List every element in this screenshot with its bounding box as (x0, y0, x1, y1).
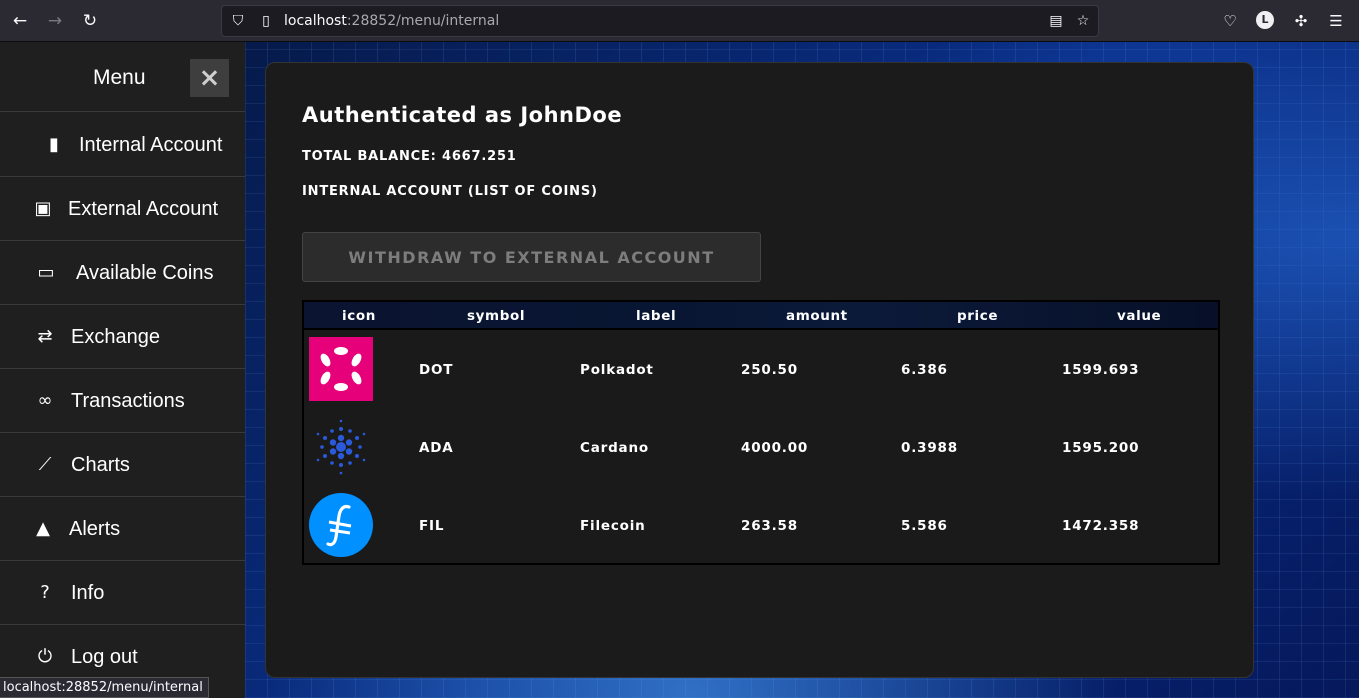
column-header-symbol: symbol (467, 308, 526, 324)
column-header-label: label (636, 308, 677, 324)
total-balance: TOTAL BALANCE: 4667.251 (302, 149, 517, 164)
sidebar-item-alerts[interactable]: ▲ Alerts (0, 497, 245, 561)
account-avatar[interactable]: L (1256, 11, 1274, 29)
coin-amount: 263.58 (741, 518, 798, 534)
sidebar-item-transactions[interactable]: ∞ Transactions (0, 369, 245, 433)
sidebar-item-label: Alerts (69, 518, 121, 540)
filecoin-logo-icon (309, 493, 373, 557)
reload-icon[interactable]: ↻ (78, 9, 102, 33)
sidebar-item-label: Available Coins (76, 262, 214, 284)
coin-price: 5.586 (901, 518, 948, 534)
money-bill-icon: ▭ (37, 262, 55, 283)
coin-price: 0.3988 (901, 440, 958, 456)
close-menu-button[interactable]: × (190, 59, 229, 97)
page-icon: ▯ (262, 13, 270, 29)
menu-title: Menu (93, 66, 146, 89)
pocket-icon[interactable]: ♡ (1219, 10, 1241, 32)
sidebar-item-label: Charts (71, 454, 130, 476)
sidebar: Menu × ▮ Internal Account ▣ External Acc… (0, 42, 245, 698)
bookmark-star-icon[interactable]: ☆ (1075, 13, 1091, 29)
extensions-icon[interactable]: ✣ (1290, 10, 1312, 32)
section-title: INTERNAL ACCOUNT (LIST OF COINS) (302, 184, 598, 199)
sidebar-item-label: Info (71, 582, 105, 604)
question-circle-icon: ? (40, 582, 50, 603)
coin-symbol: ADA (419, 440, 454, 456)
coin-amount: 4000.00 (741, 440, 809, 456)
sidebar-item-label: Exchange (71, 326, 160, 348)
sidebar-item-exchange[interactable]: ⇄ Exchange (0, 305, 245, 369)
column-header-value: value (1117, 308, 1162, 324)
link-icon: ∞ (37, 390, 53, 411)
url-host: localhost (284, 13, 347, 29)
sidebar-item-label: External Account (68, 198, 219, 220)
coin-symbol: FIL (419, 518, 445, 534)
sidebar-item-external-account[interactable]: ▣ External Account (0, 177, 245, 241)
coin-symbol: DOT (419, 362, 454, 378)
coin-amount: 250.50 (741, 362, 798, 378)
coin-table: icon symbol label amount price value DOT… (302, 300, 1220, 565)
sidebar-item-label: Log out (71, 646, 138, 668)
sidebar-header: Menu × (0, 42, 245, 112)
column-header-price: price (957, 308, 999, 324)
hamburger-menu-icon[interactable]: ☰ (1325, 10, 1347, 32)
coin-label: Filecoin (580, 518, 646, 534)
reader-view-icon[interactable]: ▤ (1048, 13, 1064, 29)
table-row: ADA Cardano 4000.00 0.3988 1595.200 (304, 410, 1218, 488)
back-arrow-icon[interactable]: ← (8, 9, 32, 33)
table-header: icon symbol label amount price value (304, 302, 1218, 330)
sidebar-item-available-coins[interactable]: ▭ Available Coins (0, 241, 245, 305)
polkadot-logo-icon (309, 337, 373, 401)
coin-value: 1472.358 (1062, 518, 1140, 534)
coin-value: 1595.200 (1062, 440, 1140, 456)
close-icon: × (198, 63, 221, 93)
page-title: Authenticated as JohnDoe (302, 103, 623, 127)
status-bar-url: localhost:28852/menu/internal (0, 677, 209, 698)
browser-toolbar: ← → ↻ ⛉ ▯ localhost:28852/menu/internal … (0, 0, 1359, 42)
withdraw-button[interactable]: WITHDRAW TO EXTERNAL ACCOUNT (302, 232, 761, 282)
main-panel: Authenticated as JohnDoe TOTAL BALANCE: … (265, 62, 1254, 678)
coin-value: 1599.693 (1062, 362, 1140, 378)
sidebar-item-label: Transactions (71, 390, 185, 412)
table-row: DOT Polkadot 250.50 6.386 1599.693 (304, 332, 1218, 410)
coin-price: 6.386 (901, 362, 948, 378)
sidebar-item-label: Internal Account (79, 134, 223, 156)
bell-icon: ▲ (36, 518, 50, 539)
cardano-logo-icon (316, 419, 366, 475)
column-header-amount: amount (786, 308, 848, 324)
forward-arrow-icon[interactable]: → (43, 9, 67, 33)
sidebar-item-internal-account[interactable]: ▮ Internal Account (0, 113, 245, 177)
line-chart-icon: ⟋ (38, 454, 52, 475)
url-text[interactable]: localhost:28852/menu/internal (284, 13, 499, 29)
address-bar[interactable]: ⛉ ▯ localhost:28852/menu/internal ▤ ☆ (221, 5, 1099, 37)
coin-label: Polkadot (580, 362, 654, 378)
contact-card-icon: ▣ (34, 198, 52, 219)
address-book-icon: ▮ (49, 134, 59, 155)
exchange-arrows-icon: ⇄ (37, 326, 53, 347)
sidebar-item-info[interactable]: ? Info (0, 561, 245, 625)
column-header-icon: icon (342, 308, 376, 324)
shield-icon[interactable]: ⛉ (230, 13, 246, 29)
power-icon: ⏻ (37, 646, 53, 667)
table-row: FIL Filecoin 263.58 5.586 1472.358 (304, 488, 1218, 566)
url-path: :28852/menu/internal (346, 13, 500, 29)
coin-label: Cardano (580, 440, 649, 456)
sidebar-item-charts[interactable]: ⟋ Charts (0, 433, 245, 497)
